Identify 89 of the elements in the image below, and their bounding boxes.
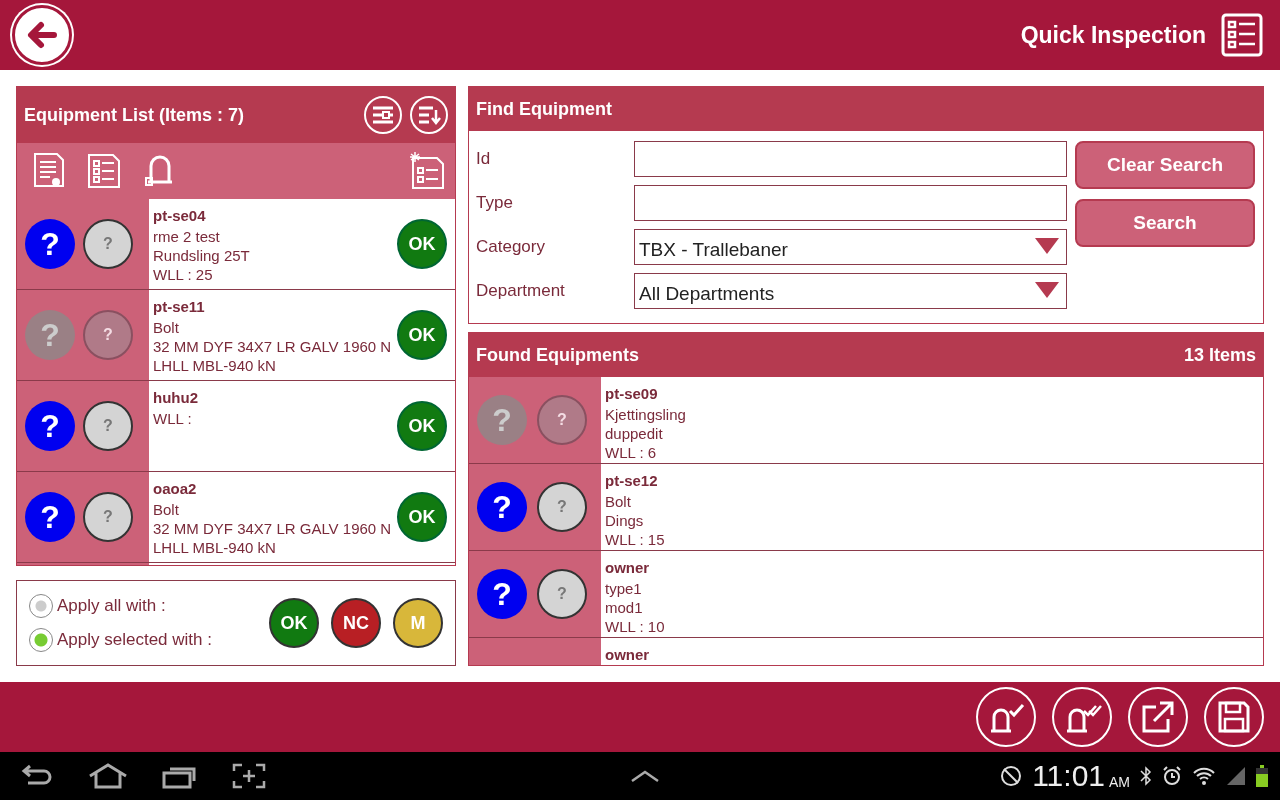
save-button[interactable] — [1204, 687, 1264, 747]
field-label: Id — [476, 149, 492, 169]
equipment-detail: Bolt — [153, 318, 180, 337]
inspect-button[interactable] — [976, 687, 1036, 747]
equipment-id: pt-se09 — [605, 385, 659, 402]
panel-title: Equipment List (Items : 7) — [24, 104, 245, 126]
equipment-detail: type1 — [605, 579, 643, 598]
radio-label[interactable]: Apply selected with : — [57, 630, 212, 651]
input-field[interactable] — [634, 141, 1067, 177]
search-button[interactable]: Clear Search — [1075, 141, 1255, 189]
equipment-detail: LHLL MBL-940 kN — [153, 356, 277, 375]
checklist-icon[interactable] — [87, 153, 121, 189]
apply-status-button[interactable]: OK — [269, 598, 319, 649]
page-title: Quick Inspection — [1020, 21, 1206, 49]
bluetooth-icon — [1140, 766, 1152, 786]
equipment-id: pt-se04 — [153, 207, 207, 224]
field-label: Department — [476, 281, 566, 301]
wifi-icon — [1192, 766, 1216, 786]
equipment-id: huhu2 — [153, 389, 199, 406]
inspect-all-button[interactable] — [1052, 687, 1112, 747]
clock: 11:01 — [1032, 759, 1105, 793]
equipment-detail: Rundsling 25T — [153, 246, 251, 265]
status-button[interactable]: OK — [397, 219, 447, 269]
field-label: Category — [476, 237, 546, 257]
certificate-icon[interactable] — [33, 152, 65, 190]
question-button[interactable]: ? — [477, 569, 527, 619]
back-button[interactable] — [12, 5, 72, 65]
apply-status-button[interactable]: NC — [331, 598, 381, 649]
export-button[interactable] — [1128, 687, 1188, 747]
equipment-detail: WLL : 25 — [153, 265, 214, 284]
equipment-detail: Kjettingsling — [605, 405, 687, 424]
equipment-id: owner — [605, 646, 651, 663]
alarm-icon — [1162, 766, 1182, 786]
status-button[interactable]: OK — [397, 492, 447, 542]
question-button[interactable]: ? — [83, 401, 133, 451]
equipment-detail: 32 MM DYF 34X7 LR GALV 1960 N — [153, 519, 393, 538]
home-icon[interactable] — [88, 763, 128, 789]
question-button[interactable]: ? — [83, 219, 133, 269]
item-count: 13 Items — [1183, 344, 1256, 366]
signal-icon — [1226, 766, 1246, 786]
question-button[interactable]: ? — [83, 492, 133, 542]
dropdown-arrow-icon — [1034, 236, 1060, 255]
equipment-detail: Dings — [605, 511, 645, 530]
question-button[interactable]: ? — [25, 492, 75, 542]
equipment-detail: WLL : 10 — [605, 617, 666, 636]
dropdown[interactable]: All Departments — [634, 273, 1067, 309]
equipment-detail: Bolt — [153, 500, 180, 519]
radio-button[interactable] — [29, 628, 53, 653]
screenshot-icon[interactable] — [232, 763, 266, 789]
dropdown[interactable]: TBX - Trallebaner — [634, 229, 1067, 265]
question-button[interactable]: ? — [25, 401, 75, 451]
equipment-detail: mod1 — [605, 598, 644, 617]
panel-title: Found Equipments — [476, 344, 639, 366]
clock-period: AM — [1109, 774, 1130, 790]
sort-button[interactable] — [410, 96, 448, 134]
equipment-detail: 32 MM DYF 34X7 LR GALV 1960 N — [153, 337, 393, 356]
equipment-detail: LHLL MBL-940 kN — [153, 538, 277, 557]
equipment-detail: WLL : — [153, 409, 193, 428]
chevron-up-icon[interactable] — [630, 769, 661, 783]
save-icon — [1217, 700, 1251, 734]
filter-button[interactable] — [364, 96, 402, 134]
no-sound-icon — [1000, 765, 1023, 787]
equipment-id: pt-se12 — [605, 472, 659, 489]
sort-icon — [417, 104, 441, 126]
input-field[interactable] — [634, 185, 1067, 221]
new-checklist-icon[interactable] — [409, 152, 445, 190]
question-button[interactable]: ? — [537, 482, 587, 532]
equipment-detail: WLL : 6 — [605, 443, 658, 462]
filter-icon — [371, 104, 395, 126]
checklist-icon[interactable] — [1220, 12, 1264, 58]
equipment-detail: rme 2 test — [153, 227, 221, 246]
question-button[interactable]: ? — [477, 482, 527, 532]
question-button[interactable]: ? — [537, 569, 587, 619]
equipment-id: pt-se11 — [153, 298, 206, 315]
external-link-icon — [1140, 699, 1176, 735]
battery-icon — [1256, 765, 1268, 787]
radio-label[interactable]: Apply all with : — [57, 596, 166, 617]
question-button[interactable]: ? — [25, 219, 75, 269]
search-button[interactable]: Search — [1075, 199, 1255, 247]
equipment-detail: Bolt — [605, 492, 632, 511]
field-label: Type — [476, 193, 514, 213]
equipment-id: owner — [605, 559, 651, 576]
equipment-detail: duppedit — [605, 424, 664, 443]
dropdown-arrow-icon — [1034, 280, 1060, 299]
status-button[interactable]: OK — [397, 401, 447, 451]
panel-title: Find Equipment — [476, 98, 612, 120]
radio-button[interactable] — [29, 594, 53, 619]
equipment-id: oaoa2 — [153, 480, 198, 497]
equipment-detail: WLL : 15 — [605, 530, 666, 549]
